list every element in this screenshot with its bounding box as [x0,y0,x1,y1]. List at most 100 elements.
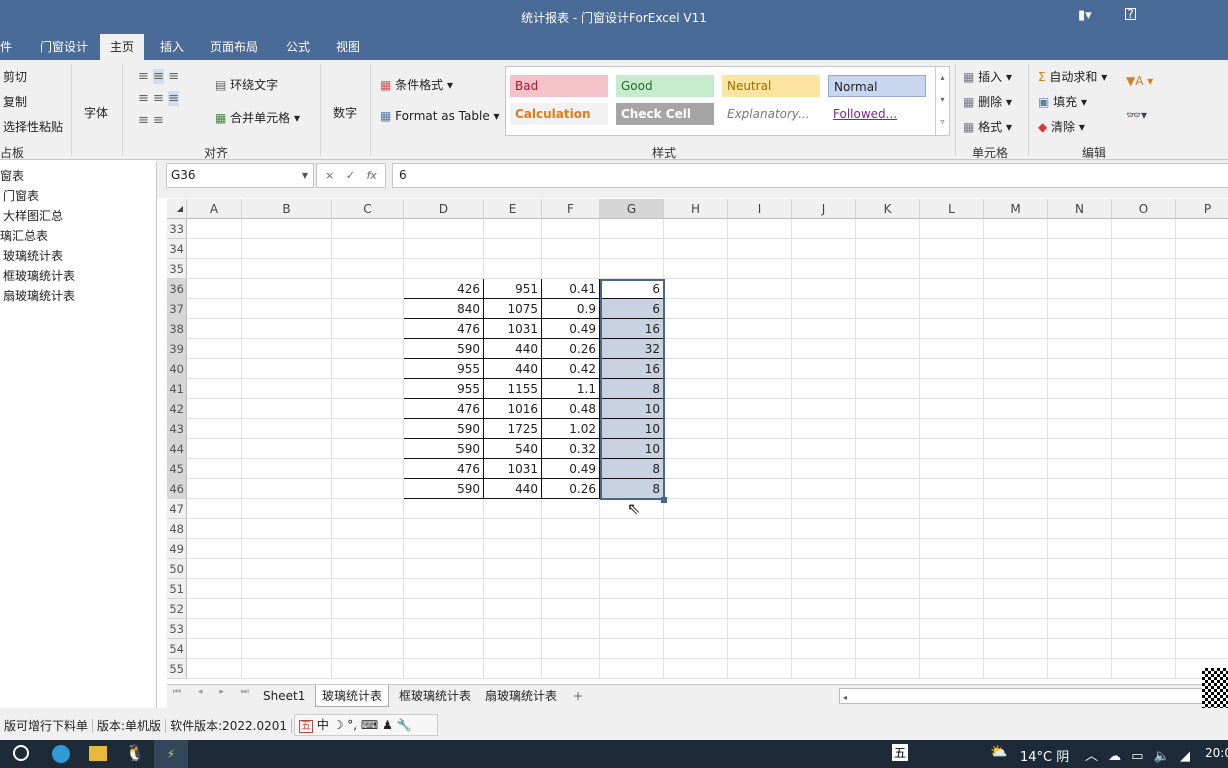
enter-icon[interactable]: ✓ [346,169,355,182]
cell-D34[interactable] [404,239,484,259]
cell-E42[interactable]: 1016 [484,399,542,419]
cell-B37[interactable] [242,299,332,319]
column-header-K[interactable]: K [856,199,920,219]
cell-N33[interactable] [1048,219,1112,239]
cell-E39[interactable]: 440 [484,339,542,359]
alignment-buttons[interactable]: ≡ ≡ ≡ ≡ ≡ ≡ ≡ ≡ [138,66,198,130]
cell-F39[interactable]: 0.26 [542,339,600,359]
cell-L46[interactable] [920,479,984,499]
cell-A44[interactable] [187,439,242,459]
cell-M36[interactable] [984,279,1048,299]
cell-F37[interactable]: 0.9 [542,299,600,319]
cell-F33[interactable] [542,219,600,239]
cell-P34[interactable] [1176,239,1228,259]
cell-K36[interactable] [856,279,920,299]
cell-D33[interactable] [404,219,484,239]
cell-H47[interactable] [664,499,728,519]
cell-B34[interactable] [242,239,332,259]
cell-H34[interactable] [664,239,728,259]
cell-L47[interactable] [920,499,984,519]
cell-O44[interactable] [1112,439,1176,459]
cell-E49[interactable] [484,539,542,559]
cell-C50[interactable] [332,559,404,579]
cell-L37[interactable] [920,299,984,319]
cell-A43[interactable] [187,419,242,439]
cells-delete-button[interactable]: ▦ 删除 ▾ [963,93,1012,110]
cell-C43[interactable] [332,419,404,439]
sheet-tab[interactable]: Sheet1 [257,685,311,707]
cell-C42[interactable] [332,399,404,419]
cell-D47[interactable] [404,499,484,519]
cell-J36[interactable] [792,279,856,299]
cell-K37[interactable] [856,299,920,319]
copy-button[interactable]: 复制 [3,93,27,110]
cell-K51[interactable] [856,579,920,599]
cell-C34[interactable] [332,239,404,259]
style-normal[interactable]: Normal [828,75,926,97]
row-header-33[interactable]: 33 [167,219,187,239]
cell-E50[interactable] [484,559,542,579]
cell-N44[interactable] [1048,439,1112,459]
cell-F36[interactable]: 0.41 [542,279,600,299]
tree-item[interactable]: 璃汇总表 [0,227,48,244]
cell-D46[interactable]: 590 [404,479,484,499]
cell-A48[interactable] [187,519,242,539]
name-box[interactable]: G36 ▼ [166,163,314,188]
cell-B38[interactable] [242,319,332,339]
cell-L38[interactable] [920,319,984,339]
cell-L40[interactable] [920,359,984,379]
cell-A36[interactable] [187,279,242,299]
cell-D50[interactable] [404,559,484,579]
column-header-J[interactable]: J [792,199,856,219]
cell-M46[interactable] [984,479,1048,499]
cell-N48[interactable] [1048,519,1112,539]
cell-G35[interactable] [600,259,664,279]
ime-toolbar[interactable]: 五 中 ☽ °, ⌨ ♟ 🔧 [294,714,438,736]
row-header-41[interactable]: 41 [167,379,187,399]
cell-B42[interactable] [242,399,332,419]
cell-F46[interactable]: 0.26 [542,479,600,499]
cell-J54[interactable] [792,639,856,659]
cell-styles-gallery[interactable]: Bad Good Neutral Normal Calculation Check Cel… [505,66,950,136]
cell-K50[interactable] [856,559,920,579]
cell-D37[interactable]: 840 [404,299,484,319]
cell-K38[interactable] [856,319,920,339]
row-header-43[interactable]: 43 [167,419,187,439]
cell-I47[interactable] [728,499,792,519]
cell-N50[interactable] [1048,559,1112,579]
add-sheet-button[interactable]: + [567,685,589,707]
cell-D51[interactable] [404,579,484,599]
cell-K47[interactable] [856,499,920,519]
cell-N52[interactable] [1048,599,1112,619]
cell-E37[interactable]: 1075 [484,299,542,319]
edit-button-2[interactable]: ◆ 清除 ▾ [1038,118,1085,135]
cell-M39[interactable] [984,339,1048,359]
file-explorer-icon[interactable] [89,746,107,761]
cell-K44[interactable] [856,439,920,459]
row-header-50[interactable]: 50 [167,559,187,579]
cell-O55[interactable] [1112,659,1176,679]
cell-P33[interactable] [1176,219,1228,239]
cell-P51[interactable] [1176,579,1228,599]
cell-G33[interactable] [600,219,664,239]
cell-O46[interactable] [1112,479,1176,499]
row-header-42[interactable]: 42 [167,399,187,419]
cell-L48[interactable] [920,519,984,539]
cell-M41[interactable] [984,379,1048,399]
cell-A53[interactable] [187,619,242,639]
cell-A39[interactable] [187,339,242,359]
cell-M51[interactable] [984,579,1048,599]
cell-L50[interactable] [920,559,984,579]
cell-K42[interactable] [856,399,920,419]
cell-J33[interactable] [792,219,856,239]
column-header-N[interactable]: N [1048,199,1112,219]
edit-button-0[interactable]: Σ 自动求和 ▾ [1038,68,1107,85]
ime-indicator[interactable]: 五 [892,744,909,761]
cell-M45[interactable] [984,459,1048,479]
style-neutral[interactable]: Neutral [722,75,820,97]
cell-P35[interactable] [1176,259,1228,279]
cell-A46[interactable] [187,479,242,499]
cell-F52[interactable] [542,599,600,619]
cell-N35[interactable] [1048,259,1112,279]
cell-F42[interactable]: 0.48 [542,399,600,419]
